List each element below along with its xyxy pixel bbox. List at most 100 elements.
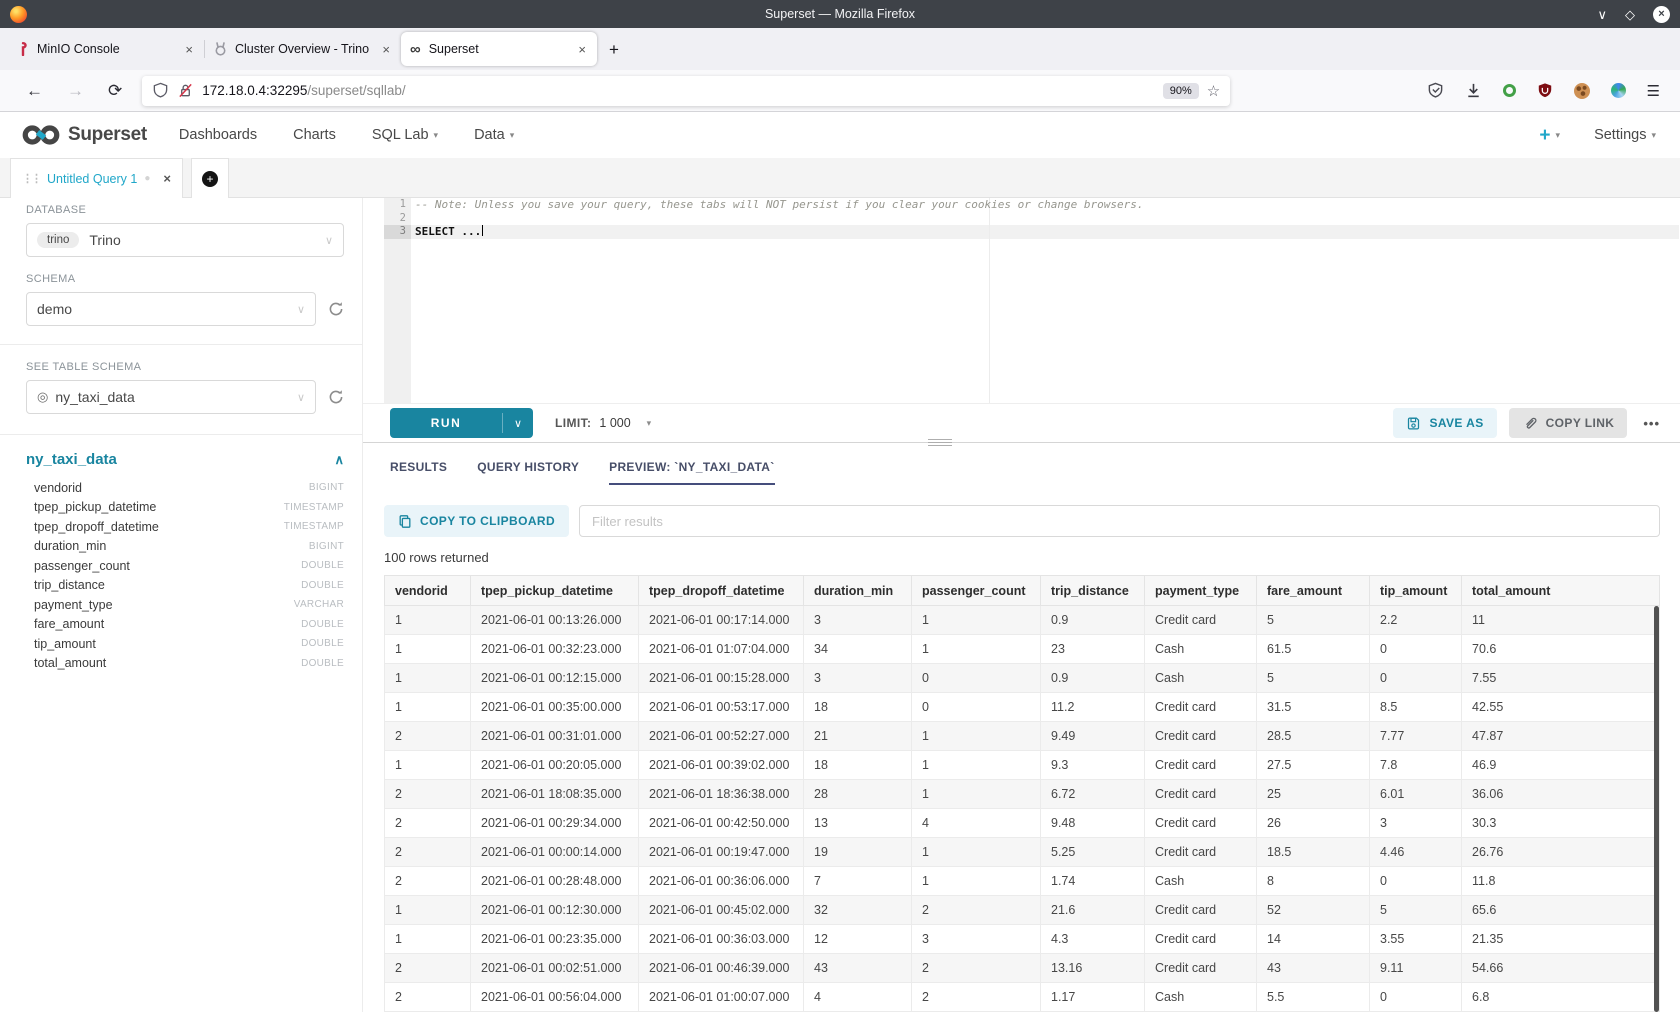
refresh-schema-icon[interactable] — [328, 301, 344, 317]
grid-cell: 0 — [1370, 983, 1462, 1012]
schema-column-row[interactable]: tpep_pickup_datetimeTIMESTAMP — [26, 498, 344, 518]
grid-cell: 1 — [385, 693, 471, 722]
column-type: BIGINT — [309, 482, 344, 493]
schema-column-row[interactable]: trip_distanceDOUBLE — [26, 576, 344, 596]
grid-header-cell[interactable]: tip_amount — [1370, 576, 1462, 606]
more-options-icon[interactable]: ••• — [1643, 416, 1660, 431]
browser-tab-label: Cluster Overview - Trino — [235, 42, 372, 56]
browser-tab-minio[interactable]: MinIO Console × — [8, 32, 204, 66]
sql-editor[interactable]: 1 2 3 -- Note: Unless you save your quer… — [363, 198, 1680, 403]
sql-text: ... — [455, 225, 482, 238]
bookmark-star-icon[interactable]: ☆ — [1207, 82, 1220, 100]
grid-cell: 30.3 — [1462, 809, 1660, 838]
browser-tab-superset[interactable]: ∞ Superset × — [401, 32, 597, 66]
settings-menu[interactable]: Settings▾ — [1594, 127, 1656, 143]
grid-header-cell[interactable]: vendorid — [385, 576, 471, 606]
tab-close-icon[interactable]: × — [576, 42, 588, 57]
extension-green-icon[interactable] — [1503, 84, 1516, 97]
new-tab-button[interactable]: + — [597, 40, 631, 70]
drag-handle-icon[interactable]: ⋮⋮ — [22, 172, 40, 185]
table-schema-title[interactable]: ny_taxi_data — [26, 451, 117, 468]
table-row: 22021-06-01 00:00:14.0002021-06-01 00:19… — [385, 838, 1660, 867]
schema-column-row[interactable]: tpep_dropoff_datetimeTIMESTAMP — [26, 517, 344, 537]
run-button[interactable]: RUN ∨ — [390, 408, 533, 438]
grid-cell: 2021-06-01 00:15:28.000 — [639, 664, 804, 693]
superset-brand[interactable]: Superset — [20, 122, 147, 148]
grid-cell: 18.5 — [1257, 838, 1370, 867]
url-bar[interactable]: 172.18.0.4:32295/superset/sqllab/ 90% ☆ — [142, 76, 1230, 106]
table-select[interactable]: ◎ ny_taxi_data ∨ — [26, 380, 316, 414]
extension-sparkle-icon[interactable] — [1611, 83, 1626, 98]
save-as-button[interactable]: SAVE AS — [1393, 408, 1496, 438]
refresh-table-icon[interactable] — [328, 389, 344, 405]
schema-column-row[interactable]: fare_amountDOUBLE — [26, 615, 344, 635]
nav-item-charts[interactable]: Charts — [293, 127, 336, 143]
limit-dropdown[interactable]: LIMIT: 1 000 ▾ — [555, 416, 651, 430]
forward-icon[interactable]: → — [55, 81, 96, 101]
browser-tab-trino[interactable]: Cluster Overview - Trino × — [205, 32, 401, 66]
window-minimize-icon[interactable]: ∨ — [1597, 8, 1607, 21]
pocket-shield-icon[interactable] — [1427, 82, 1444, 99]
editor-code-area[interactable]: -- Note: Unless you save your query, the… — [411, 198, 1679, 403]
schema-select[interactable]: demo ∨ — [26, 292, 316, 326]
tab-preview[interactable]: PREVIEW: `NY_TAXI_DATA` — [609, 460, 774, 485]
nav-item-sql-lab[interactable]: SQL Lab▾ — [372, 127, 438, 143]
pane-resize-handle[interactable] — [928, 439, 952, 446]
tab-close-icon[interactable]: × — [380, 42, 392, 57]
column-name: passenger_count — [34, 559, 130, 573]
back-icon[interactable]: ← — [14, 81, 55, 101]
query-tab-active[interactable]: ⋮⋮ Untitled Query 1 ● × — [10, 158, 183, 198]
grid-header-cell[interactable]: duration_min — [804, 576, 912, 606]
cookie-icon[interactable] — [1574, 83, 1590, 99]
nav-item-dashboards[interactable]: Dashboards — [179, 127, 257, 143]
reload-icon[interactable]: ⟳ — [96, 81, 134, 101]
filter-results-input[interactable] — [579, 505, 1660, 537]
query-tab-close-icon[interactable]: × — [163, 171, 171, 186]
schema-column-row[interactable]: passenger_countDOUBLE — [26, 556, 344, 576]
grid-cell: 2021-06-01 18:08:35.000 — [471, 780, 639, 809]
insecure-lock-icon[interactable] — [177, 82, 194, 99]
grid-cell: 2 — [385, 838, 471, 867]
schema-column-row[interactable]: duration_minBIGINT — [26, 537, 344, 557]
grid-cell: 5 — [1257, 606, 1370, 635]
grid-cell: 3 — [804, 606, 912, 635]
window-close-icon[interactable]: × — [1653, 6, 1670, 23]
tracking-shield-icon[interactable] — [152, 82, 169, 99]
zoom-level-badge[interactable]: 90% — [1163, 83, 1199, 99]
schema-column-row[interactable]: tip_amountDOUBLE — [26, 634, 344, 654]
grid-scrollbar[interactable] — [1654, 606, 1659, 1012]
tab-query-history[interactable]: QUERY HISTORY — [477, 460, 579, 485]
grid-cell: 1 — [385, 635, 471, 664]
grid-header-cell[interactable]: trip_distance — [1041, 576, 1145, 606]
copy-to-clipboard-button[interactable]: COPY TO CLIPBOARD — [384, 505, 569, 537]
window-maximize-icon[interactable]: ◇ — [1625, 8, 1635, 21]
schema-column-row[interactable]: total_amountDOUBLE — [26, 654, 344, 674]
schema-column-row[interactable]: payment_typeVARCHAR — [26, 595, 344, 615]
tab-results[interactable]: RESULTS — [390, 460, 447, 485]
hamburger-menu-icon[interactable]: ☰ — [1647, 82, 1660, 100]
download-icon[interactable] — [1465, 82, 1482, 99]
grid-cell: 5 — [1257, 664, 1370, 693]
tab-close-icon[interactable]: × — [183, 42, 195, 57]
new-query-tab-button[interactable]: + — [191, 158, 229, 198]
ublock-shield-icon[interactable] — [1537, 82, 1553, 99]
run-button-label[interactable]: RUN — [390, 408, 502, 438]
browser-tab-label: Superset — [429, 42, 569, 56]
grid-header-cell[interactable]: total_amount — [1462, 576, 1660, 606]
collapse-chevron-icon[interactable]: ∧ — [334, 452, 344, 468]
add-new-button[interactable]: +▾ — [1539, 126, 1560, 145]
trino-favicon — [214, 42, 227, 56]
schema-column-row[interactable]: vendoridBIGINT — [26, 478, 344, 498]
run-options-chevron-icon[interactable]: ∨ — [503, 408, 533, 438]
grid-header-cell[interactable]: tpep_dropoff_datetime — [639, 576, 804, 606]
grid-header-cell[interactable]: fare_amount — [1257, 576, 1370, 606]
grid-cell: 2021-06-01 00:12:30.000 — [471, 896, 639, 925]
grid-header-cell[interactable]: tpep_pickup_datetime — [471, 576, 639, 606]
copy-link-button[interactable]: COPY LINK — [1509, 408, 1628, 438]
grid-header-cell[interactable]: passenger_count — [912, 576, 1041, 606]
url-path: /superset/sqllab/ — [307, 83, 405, 98]
grid-header-cell[interactable]: payment_type — [1145, 576, 1257, 606]
grid-cell: 21 — [804, 722, 912, 751]
nav-item-data[interactable]: Data▾ — [474, 127, 514, 143]
database-select[interactable]: trino Trino ∨ — [26, 223, 344, 257]
